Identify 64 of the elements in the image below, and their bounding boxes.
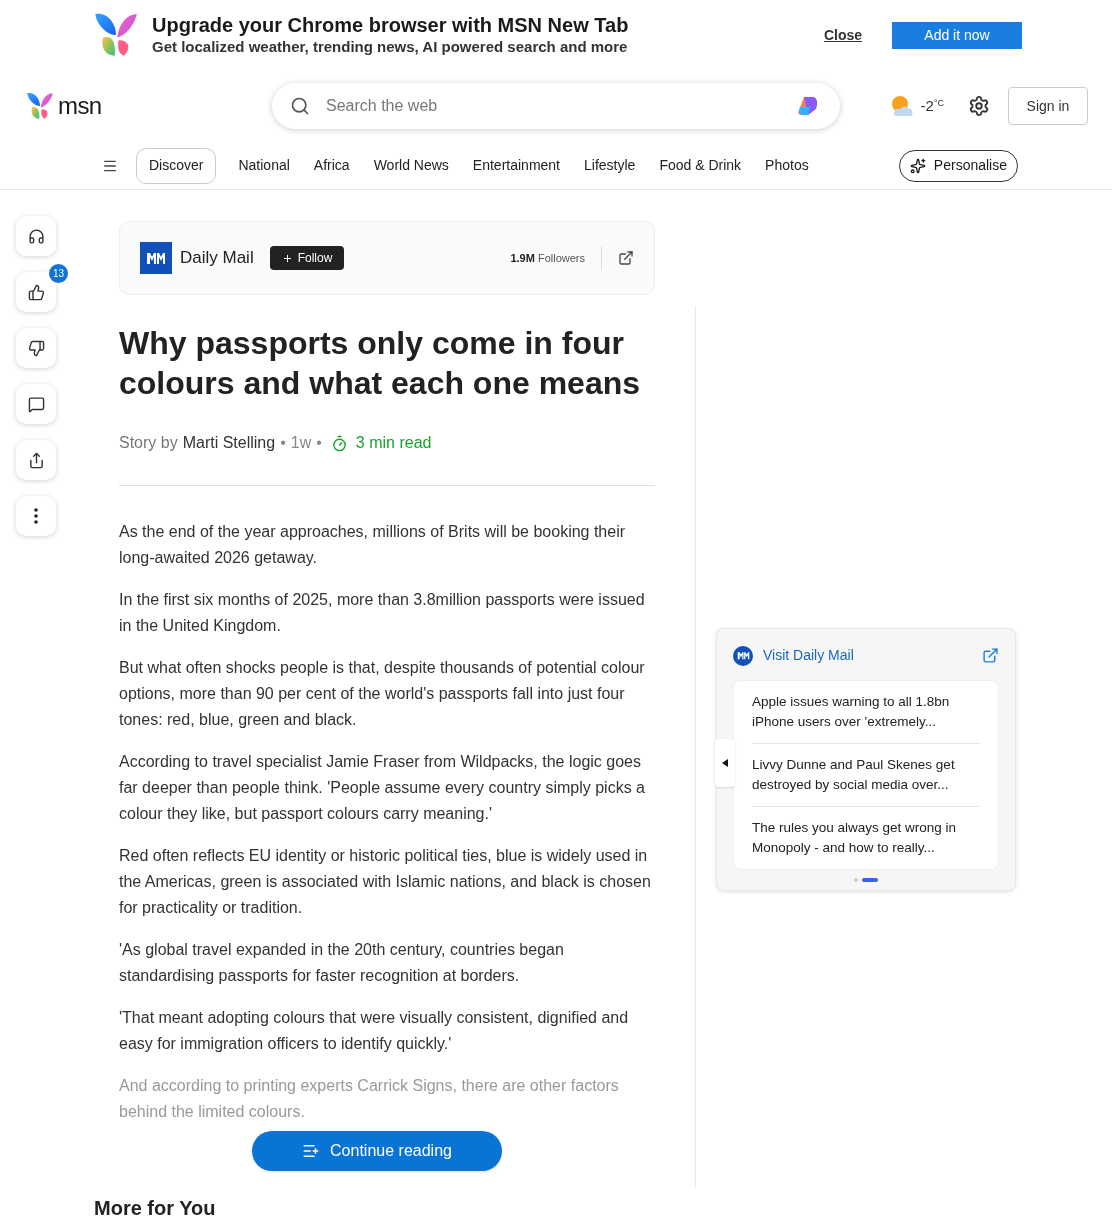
article-paragraph: According to travel specialist Jamie Fraser from Wildpacks, the logic goes far deeper than people think. 'People assume every country simply picks a colour they like, but passport colours carry meaning.' (119, 752, 646, 824)
search-field[interactable]: Search the web (326, 94, 792, 118)
share-button[interactable] (16, 440, 56, 480)
article-paragraph: Red often reflects EU identity or historic political ties, blue is widely used in the Americas, green is associated with Islamic nations, and black is chosen for practicality or tradition. (119, 846, 652, 918)
section-heading: More for You (94, 1196, 217, 1221)
article-paragraph: 'That meant adopting colours that were visually consistent, dignified and easy for immigration officers to identify quickly.' (119, 1008, 630, 1054)
banner-subtitle: Get localized weather, trending news, AI powered search and more (152, 37, 629, 57)
settings-icon[interactable] (968, 95, 990, 117)
previous-button[interactable] (715, 739, 735, 787)
list-icon (302, 1142, 321, 1160)
external-link-icon[interactable] (618, 250, 634, 266)
banner-title: Upgrade your Chrome browser with MSN New Tab (152, 13, 629, 37)
more-icon (34, 508, 38, 524)
follow-button[interactable]: Follow (269, 246, 345, 270)
nav-tab[interactable]: World News (361, 147, 461, 184)
close-link[interactable]: Close (823, 24, 862, 46)
article-paragraph: And according to printing experts Carrick Signs, there are other factors behind the limited colours. (119, 1076, 620, 1122)
followers-count: 1.9M Followers (510, 250, 585, 266)
listen-button[interactable] (16, 216, 56, 256)
separator-dot: • (280, 433, 286, 453)
nav-tab[interactable]: Africa (301, 147, 362, 184)
separator-dot: • (316, 433, 322, 453)
article-paragraph: But what often shocks people is that, despite thousands of potential colour options, more than 90 per cent of the world's passports fall into just four tones: red, blue, green and black. (119, 658, 646, 730)
article-paragraph: As the end of the year approaches, millions of Brits will be booking their long-awaited 2026 getaway. (119, 522, 627, 568)
continue-reading-button[interactable]: Continue reading (252, 1131, 502, 1171)
comment-button[interactable] (16, 384, 56, 424)
plus-icon (281, 252, 293, 264)
story-link[interactable]: The rules you always get wrong in Monopoly - and how to really... (752, 818, 980, 858)
story-link[interactable]: Apple issues warning to all 1.8bn iPhone users over 'extremely... (752, 692, 980, 732)
thumbs-up-icon (27, 283, 45, 301)
m-logo-icon (736, 651, 750, 660)
thumbs-down-icon (27, 339, 45, 357)
article-paragraph: In the first six months of 2025, more than 3.8million passports were issued in the United Kingdom. (119, 590, 646, 636)
nav-tab[interactable]: Lifestyle (572, 147, 648, 184)
m-logo-icon (146, 251, 166, 265)
msn-logo-text[interactable]: msn (58, 88, 102, 124)
nav-tab[interactable]: National (226, 147, 302, 184)
nav-tab[interactable]: Food & Drink (647, 147, 754, 184)
comment-icon (27, 395, 45, 413)
article-paragraph: 'As global travel expanded in the 20th century, countries began standardising passports for faster recognition at borders. (119, 940, 565, 986)
search-icon (290, 96, 310, 116)
article-title: Why passports only come in four colours and what each one means (119, 324, 642, 403)
nav-tab[interactable]: Discover (136, 147, 217, 184)
author-name[interactable]: Marti Stelling (182, 431, 276, 455)
visit-publisher-link[interactable]: Visit Daily Mail (763, 645, 854, 666)
star-icon (909, 157, 926, 174)
nav-tab[interactable]: Photos (753, 147, 821, 184)
headphones-icon (27, 227, 45, 245)
left-triangle-icon (722, 759, 728, 767)
story-age: 1w (290, 433, 312, 453)
nav-tab[interactable]: Entertainment (460, 147, 572, 184)
byline-prefix: Story by (119, 433, 178, 453)
timer-icon (330, 434, 348, 452)
add-it-now-button[interactable]: Add it now (892, 21, 1022, 49)
like-count-badge: 13 (47, 262, 70, 285)
sign-in-button[interactable]: Sign in (1008, 87, 1088, 125)
story-link[interactable]: Livvy Dunne and Paul Skenes get destroyed by social media over... (752, 755, 980, 795)
read-time: 3 min read (355, 433, 432, 453)
temperature: -2$^{°C}$ (920, 95, 944, 116)
dislike-button[interactable] (16, 328, 56, 368)
share-icon (27, 451, 45, 469)
more-button[interactable] (16, 496, 56, 536)
butterfly-logo-icon (24, 90, 56, 122)
publisher-name[interactable]: Daily Mail (180, 245, 254, 271)
